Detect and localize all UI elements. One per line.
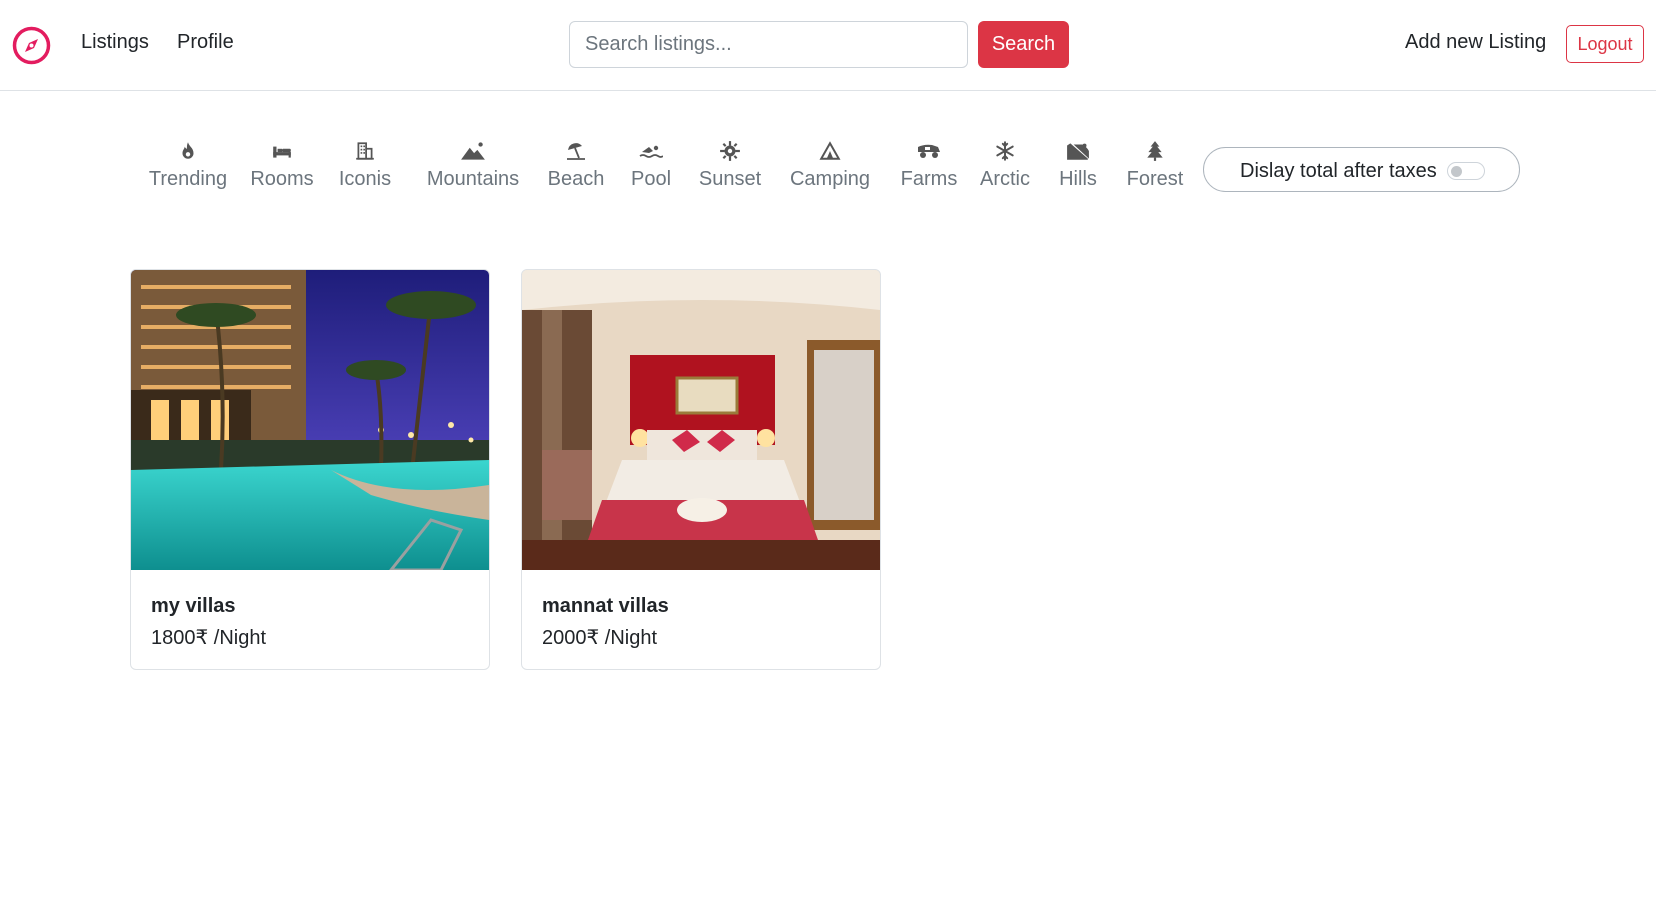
tree-icon <box>1114 138 1196 162</box>
filter-rooms[interactable]: Rooms <box>234 138 330 191</box>
compass-icon[interactable] <box>11 25 52 66</box>
search-input[interactable] <box>569 21 968 68</box>
switch-knob <box>1451 166 1462 177</box>
filter-camping[interactable]: Camping <box>774 138 886 191</box>
filter-label: Hills <box>1059 168 1097 190</box>
add-new-listing-link[interactable]: Add new Listing <box>1405 31 1546 54</box>
nav-link-profile[interactable]: Profile <box>177 31 234 54</box>
filter-label: Trending <box>148 168 228 190</box>
tent-icon <box>774 138 886 162</box>
tractor-icon <box>886 138 972 162</box>
nav-link-listings[interactable]: Listings <box>81 31 149 54</box>
filter-forest[interactable]: Forest <box>1114 138 1196 191</box>
filter-label: Rooms <box>250 168 314 190</box>
listing-title[interactable]: my villas <box>151 595 236 618</box>
navbar: Listings Profile Search Add new Listing … <box>0 0 1656 91</box>
listing-price: 2000₹ /Night <box>542 627 658 649</box>
filter-sunset[interactable]: Sunset <box>682 138 778 191</box>
filter-label: Sunset <box>698 168 762 190</box>
filter-hills[interactable]: Hills <box>1046 138 1110 191</box>
category-filters: Trending Rooms Iconis Mountains Beach Po… <box>120 138 1183 198</box>
filter-label: Iconis <box>338 168 392 190</box>
filter-label: Beach <box>547 168 605 190</box>
tax-toggle[interactable]: Dislay total after taxes <box>1203 147 1520 192</box>
sun-gear-icon <box>682 138 778 162</box>
hotel-bedroom-photo <box>522 270 880 570</box>
filter-label: Farms <box>900 168 958 190</box>
resort-pool-photo <box>131 270 489 570</box>
filter-label: Forest <box>1126 168 1184 190</box>
fire-icon <box>134 138 242 162</box>
snowflake-icon <box>966 138 1044 162</box>
building-icon <box>323 138 407 162</box>
filter-label: Mountains <box>426 168 520 190</box>
mountain-icon <box>410 138 536 162</box>
logout-button[interactable]: Logout <box>1566 25 1644 63</box>
filter-label: Camping <box>789 168 871 190</box>
filter-label: Pool <box>630 168 672 190</box>
tax-toggle-label: Dislay total after taxes <box>1240 160 1437 182</box>
filter-beach[interactable]: Beach <box>530 138 622 191</box>
listing-card[interactable]: my villas 1800₹ /Night <box>130 269 490 670</box>
filter-arctic[interactable]: Arctic <box>966 138 1044 191</box>
listing-price: 1800₹ /Night <box>151 627 267 649</box>
filter-iconis[interactable]: Iconis <box>323 138 407 191</box>
listing-card[interactable]: mannat villas 2000₹ /Night <box>521 269 881 670</box>
filter-trending[interactable]: Trending <box>134 138 242 191</box>
hill-icon <box>1046 138 1110 162</box>
filter-pool[interactable]: Pool <box>615 138 687 191</box>
filter-mountains[interactable]: Mountains <box>410 138 536 191</box>
filter-label: Arctic <box>980 168 1030 190</box>
search-button[interactable]: Search <box>978 21 1069 68</box>
filter-farms[interactable]: Farms <box>886 138 972 191</box>
umbrella-beach-icon <box>530 138 622 162</box>
tax-switch[interactable] <box>1447 162 1485 180</box>
bed-icon <box>234 138 330 162</box>
listing-title[interactable]: mannat villas <box>542 595 669 618</box>
swimmer-icon <box>615 138 687 162</box>
